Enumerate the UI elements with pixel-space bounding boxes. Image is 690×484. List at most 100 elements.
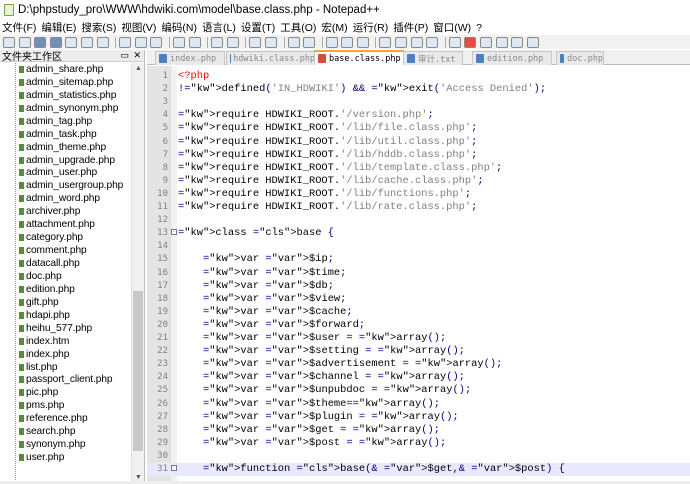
file-item[interactable]: index.htm xyxy=(0,335,131,348)
file-item[interactable]: admin_tag.php xyxy=(0,115,131,128)
code-line[interactable]: 16 ="kw">var ="var">$time; xyxy=(147,267,690,280)
menu-item-3[interactable]: 视图(V) xyxy=(121,20,156,35)
file-item[interactable]: synonym.php xyxy=(0,438,131,451)
code-line[interactable]: 23 ="kw">var ="var">$advertisement = ="k… xyxy=(147,358,690,371)
file-item[interactable]: admin_user.php xyxy=(0,167,131,180)
close-all-icon[interactable] xyxy=(80,36,93,48)
code-line[interactable]: 9 ="kw">require HDWIKI_ROOT.'/lib/cache.c… xyxy=(147,175,690,188)
tab-0[interactable]: index.php xyxy=(155,51,225,65)
sync-v-icon[interactable] xyxy=(287,36,300,48)
folder-workspace-icon[interactable] xyxy=(426,36,439,48)
fold-toggle-icon[interactable]: - xyxy=(171,465,177,471)
menu-item-10[interactable]: 插件(P) xyxy=(393,20,428,35)
save-all-icon[interactable] xyxy=(49,36,62,48)
tab-4[interactable]: edition.php xyxy=(472,51,552,65)
file-item[interactable]: datacall.php xyxy=(0,257,131,270)
file-item[interactable]: category.php xyxy=(0,231,131,244)
menu-item-7[interactable]: 工具(O) xyxy=(280,20,316,35)
file-item[interactable]: admin_theme.php xyxy=(0,141,131,154)
menu-item-11[interactable]: 窗口(W) xyxy=(433,20,471,35)
file-item[interactable]: gift.php xyxy=(0,296,131,309)
code-line[interactable]: 28 ="kw">var ="var">$get = ="kw">array()… xyxy=(147,424,690,437)
code-line[interactable]: 21 ="kw">var ="var">$user = ="kw">array(… xyxy=(147,332,690,345)
file-item[interactable]: reference.php xyxy=(0,412,131,425)
code-line[interactable]: 14 xyxy=(147,240,690,253)
file-item[interactable]: search.php xyxy=(0,425,131,438)
code-line[interactable]: 30 xyxy=(147,450,690,463)
menu-item-12[interactable]: ? xyxy=(476,22,482,34)
code-line[interactable]: 25 ="kw">var ="var">$unpubdoc = ="kw">ar… xyxy=(147,384,690,397)
code-line[interactable]: 31 ="kw">function ="cls">base(& ="var">$… xyxy=(147,463,690,476)
replace-icon[interactable] xyxy=(226,36,239,48)
file-item[interactable]: list.php xyxy=(0,361,131,374)
tab-5[interactable]: doc.php xyxy=(556,51,604,65)
file-item[interactable]: user.php xyxy=(0,451,131,464)
file-item[interactable]: archiver.php xyxy=(0,205,131,218)
file-item[interactable]: hdapi.php xyxy=(0,309,131,322)
file-item[interactable]: pic.php xyxy=(0,386,131,399)
code-line[interactable]: 29 ="kw">var ="var">$post = ="kw">array(… xyxy=(147,437,690,450)
file-item[interactable]: doc.php xyxy=(0,270,131,283)
menu-item-1[interactable]: 编辑(E) xyxy=(41,20,76,35)
copy-icon[interactable] xyxy=(134,36,147,48)
menu-item-6[interactable]: 设置(T) xyxy=(241,20,275,35)
undo-icon[interactable] xyxy=(172,36,185,48)
stop-record-icon[interactable] xyxy=(480,36,493,48)
indent-guide-icon[interactable] xyxy=(356,36,369,48)
code-line[interactable]: 15 ="kw">var ="var">$ip; xyxy=(147,253,690,266)
find-icon[interactable] xyxy=(211,36,224,48)
code-line[interactable]: 7 ="kw">require HDWIKI_ROOT.'/lib/hddb.cl… xyxy=(147,149,690,162)
file-item[interactable]: pms.php xyxy=(0,399,131,412)
paste-icon[interactable] xyxy=(150,36,163,48)
menu-item-2[interactable]: 搜索(S) xyxy=(81,20,116,35)
file-item[interactable]: comment.php xyxy=(0,244,131,257)
file-item[interactable]: admin_statistics.php xyxy=(0,89,131,102)
close-icon[interactable] xyxy=(65,36,78,48)
file-item[interactable]: admin_task.php xyxy=(0,128,131,141)
file-item[interactable]: admin_word.php xyxy=(0,192,131,205)
scroll-up-arrow-icon[interactable]: ▲ xyxy=(132,63,145,75)
file-item[interactable]: admin_share.php xyxy=(0,63,131,76)
menu-item-0[interactable]: 文件(F) xyxy=(2,20,36,35)
tab-1[interactable]: hdwiki.class.php xyxy=(226,51,316,65)
code-editor[interactable]: 1 <?php 2 !="kw">defined('IN_HDWIKI') && ="… xyxy=(147,66,690,484)
menu-item-9[interactable]: 运行(R) xyxy=(353,20,389,35)
record-macro-icon[interactable] xyxy=(464,36,477,48)
file-item[interactable]: admin_upgrade.php xyxy=(0,154,131,167)
code-line[interactable]: 26 ="kw">var ="var">$theme=="kw">array()… xyxy=(147,398,690,411)
zoom-out-icon[interactable] xyxy=(264,36,277,48)
code-line[interactable]: 3 xyxy=(147,96,690,109)
menu-item-5[interactable]: 语言(L) xyxy=(202,20,236,35)
sync-h-icon[interactable] xyxy=(303,36,316,48)
open-file-icon[interactable] xyxy=(18,36,31,48)
tab-2[interactable]: base.class.php xyxy=(314,50,404,65)
file-item[interactable]: heihu_577.php xyxy=(0,322,131,335)
code-line[interactable]: 10 ="kw">require HDWIKI_ROOT.'/lib/functi… xyxy=(147,188,690,201)
fold-toggle-icon[interactable]: - xyxy=(171,229,177,236)
zoom-in-icon[interactable] xyxy=(249,36,262,48)
code-line[interactable]: 13 ="kw">class ="cls">base { xyxy=(147,227,690,240)
new-file-icon[interactable] xyxy=(3,36,15,48)
code-line[interactable]: 18 ="kw">var ="var">$view; xyxy=(147,293,690,306)
file-item[interactable]: admin_usergroup.php xyxy=(0,179,131,192)
save-icon[interactable] xyxy=(34,36,47,48)
code-line[interactable]: 24 ="kw">var ="var">$channel = ="kw">arr… xyxy=(147,371,690,384)
play-macro-icon[interactable] xyxy=(495,36,508,48)
code-line[interactable]: 12 xyxy=(147,214,690,227)
save-macro-icon[interactable] xyxy=(526,36,539,48)
panel-controls[interactable]: ▭ ✕ xyxy=(120,50,142,61)
doc-map-icon[interactable] xyxy=(395,36,408,48)
print-icon[interactable] xyxy=(96,36,109,48)
code-line[interactable]: 6 ="kw">require HDWIKI_ROOT.'/lib/util.cl… xyxy=(147,136,690,149)
scroll-thumb[interactable] xyxy=(133,291,143,451)
code-line[interactable]: 22 ="kw">var ="var">$setting = ="kw">arr… xyxy=(147,345,690,358)
word-wrap-icon[interactable] xyxy=(325,36,338,48)
code-line[interactable]: 20 ="kw">var ="var">$forward; xyxy=(147,319,690,332)
code-line[interactable]: 27 ="kw">var ="var">$plugin = ="kw">arra… xyxy=(147,411,690,424)
file-item[interactable]: edition.php xyxy=(0,283,131,296)
code-line[interactable]: 17 ="kw">var ="var">$db; xyxy=(147,280,690,293)
redo-icon[interactable] xyxy=(188,36,201,48)
cut-icon[interactable] xyxy=(119,36,132,48)
code-line[interactable]: 2 !="kw">defined('IN_HDWIKI') && ="kw">ex… xyxy=(147,83,690,96)
code-line[interactable]: 1 <?php xyxy=(147,70,690,83)
